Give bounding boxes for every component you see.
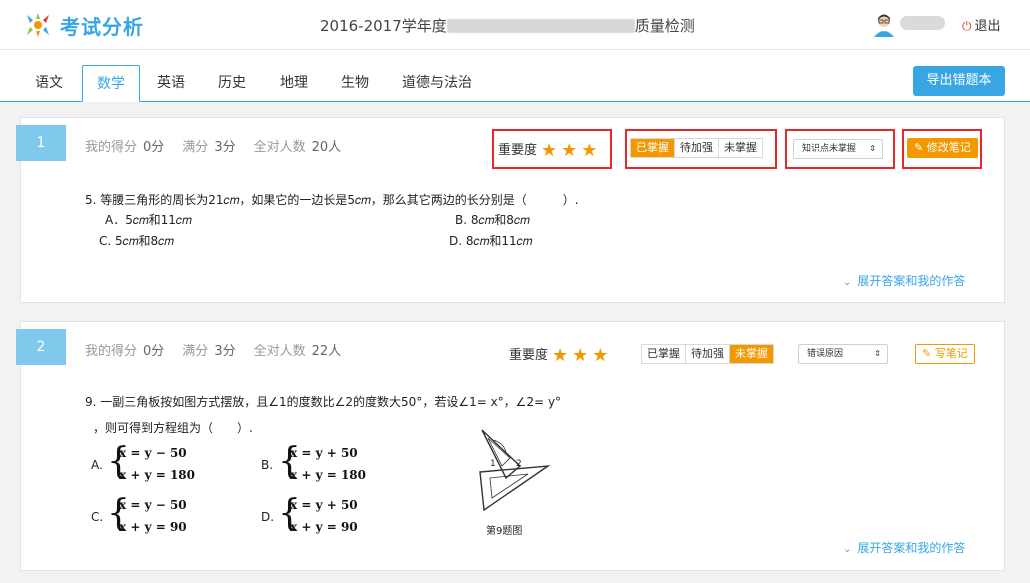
importance-label: 重要度: [509, 348, 549, 363]
mastery-needs-work[interactable]: 待加强: [675, 139, 719, 157]
triangle-rulers-figure: [479, 429, 551, 512]
option-c-eq1: x = y − 50: [119, 498, 187, 512]
option-a-eq2: x + y = 180: [119, 468, 195, 482]
logo-icon: [27, 13, 49, 37]
importance-rating: 重要度 ★ ★ ★: [509, 344, 608, 366]
my-score-label: 我的得分: [85, 140, 138, 155]
subject-tabs: 语文 数学 英语 历史 地理 生物 道德与法治 导出错题本: [0, 50, 1030, 102]
option-c-label: C.: [91, 510, 104, 524]
tab-geography[interactable]: 地理: [268, 65, 320, 102]
total-people-label: 全对人数: [253, 344, 306, 359]
username-redacted: [900, 16, 945, 30]
tab-biology[interactable]: 生物: [330, 65, 380, 102]
option-a-label: A.: [91, 458, 103, 472]
option-d-eq1: x = y + 50: [290, 498, 358, 512]
my-score-value: 0分: [143, 140, 165, 155]
chevron-updown-icon: ⇕: [869, 144, 876, 153]
expand-answer-link[interactable]: ⌄ 展开答案和我的作答: [843, 539, 965, 556]
exam-title-prefix: 2016-2017学年度: [320, 17, 447, 35]
write-note-button[interactable]: ✎ 写笔记: [915, 344, 975, 364]
select-value: 知识点未掌握: [802, 144, 857, 154]
tab-chinese[interactable]: 语文: [24, 65, 74, 102]
option-c-eq2: x + y = 90: [119, 520, 187, 534]
tab-morality-law[interactable]: 道德与法治: [394, 65, 480, 102]
my-score-label: 我的得分: [85, 344, 138, 359]
total-people-value: 20人: [311, 140, 342, 155]
mastery-needs-work[interactable]: 待加强: [686, 345, 730, 363]
export-wrongbook-button[interactable]: 导出错题本: [913, 66, 1005, 96]
question-number: 2: [16, 329, 66, 365]
question-number: 1: [16, 125, 66, 161]
mastery-mastered[interactable]: 已掌握: [631, 139, 675, 157]
option-d-eq2: x + y = 90: [290, 520, 358, 534]
mastery-mastered[interactable]: 已掌握: [642, 345, 686, 363]
angle-label-2: 2: [516, 459, 522, 469]
mastery-not-mastered[interactable]: 未掌握: [730, 345, 773, 363]
chevron-down-icon: ⌄: [843, 277, 852, 288]
mastery-toggle: 已掌握 待加强 未掌握: [630, 138, 763, 158]
full-score-value: 3分: [214, 344, 236, 359]
my-score-value: 0分: [143, 344, 165, 359]
star-icon[interactable]: ★: [592, 345, 608, 366]
write-note-label: 写笔记: [934, 347, 968, 360]
pencil-icon: ✎: [914, 141, 927, 154]
mastery-toggle: 已掌握 待加强 未掌握: [641, 344, 774, 364]
question-text-line2: ，则可得到方程组为（ ）.: [93, 421, 253, 435]
star-icon[interactable]: ★: [572, 345, 588, 366]
option-d-label: D.: [261, 510, 275, 524]
expand-label: 展开答案和我的作答: [857, 541, 966, 555]
expand-answer-link[interactable]: ⌄ 展开答案和我的作答: [843, 272, 965, 289]
option-b-eq2: x + y = 180: [290, 468, 366, 482]
importance-rating: 重要度 ★ ★ ★: [498, 139, 597, 161]
question-text: 9. 一副三角板按如图方式摆放，且∠1的度数比∠2的度数大50°，若设∠1= x…: [85, 395, 562, 409]
edit-note-label: 修改笔记: [926, 141, 971, 154]
option-b-eq1: x = y + 50: [290, 446, 358, 460]
option-a-eq1: x = y − 50: [119, 446, 187, 460]
tab-english[interactable]: 英语: [146, 65, 196, 102]
pencil-icon: ✎: [922, 347, 935, 360]
star-icon[interactable]: ★: [552, 345, 568, 366]
option-b-label: B.: [261, 458, 274, 472]
score-stats: 我的得分 0分 满分 3分 全对人数 22人: [85, 340, 359, 359]
importance-label: 重要度: [498, 143, 538, 158]
logo-text: 考试分析: [60, 15, 144, 39]
exam-title: 2016-2017学年度 质量检测: [320, 15, 695, 36]
logout-label: 退出: [974, 19, 1001, 34]
exam-title-suffix: 质量检测: [634, 17, 695, 35]
error-reason-select[interactable]: 知识点未掌握 ⇕: [793, 139, 883, 159]
question-card: 1 我的得分 0分 满分 3分 全对人数 20人 重要度 ★ ★ ★ 已掌握 待加强 未掌握 知…: [16, 117, 1005, 303]
expand-label: 展开答案和我的作答: [857, 274, 966, 288]
edit-note-button[interactable]: ✎ 修改笔记: [907, 138, 978, 158]
question-card: 2 我的得分 0分 满分 3分 全对人数 22人 重要度 ★ ★ ★ 已掌握 待加强 未掌握 错…: [16, 321, 1005, 571]
tab-math[interactable]: 数学: [82, 65, 140, 102]
star-icon[interactable]: ★: [581, 140, 597, 161]
angle-label-1: 1: [490, 459, 496, 469]
total-people-label: 全对人数: [253, 140, 306, 155]
option-a: A．5𝑐𝑚和11𝑐𝑚: [105, 213, 192, 227]
select-value: 错误原因: [807, 349, 844, 359]
error-reason-select[interactable]: 错误原因 ⇕: [798, 344, 888, 364]
tab-history[interactable]: 历史: [207, 65, 257, 102]
mastery-not-mastered[interactable]: 未掌握: [719, 139, 762, 157]
logout-button[interactable]: ⏻ 退出: [962, 15, 1001, 34]
figure-caption: 第9题图: [486, 526, 523, 537]
score-stats: 我的得分 0分 满分 3分 全对人数 20人: [85, 136, 359, 155]
star-icon[interactable]: ★: [541, 140, 557, 161]
top-header: 考试分析 2016-2017学年度 质量检测 ⏻ 退出: [0, 0, 1030, 50]
power-icon: ⏻: [962, 19, 972, 33]
chevron-down-icon: ⌄: [843, 544, 852, 555]
full-score-value: 3分: [214, 140, 236, 155]
chevron-updown-icon: ⇕: [874, 349, 881, 358]
option-c: C. 5𝑐𝑚和8𝑐𝑚: [99, 234, 174, 248]
full-score-label: 满分: [182, 140, 209, 155]
star-icon[interactable]: ★: [561, 140, 577, 161]
total-people-value: 22人: [311, 344, 342, 359]
redacted-text: [446, 19, 635, 33]
option-d: D. 8𝑐𝑚和11𝑐𝑚: [449, 234, 533, 248]
full-score-label: 满分: [182, 344, 209, 359]
user-avatar-icon[interactable]: [873, 13, 895, 37]
question-text: 5. 等腰三角形的周长为21𝑐𝑚，如果它的一边长是5𝑐𝑚，那么其它两边的长分别是…: [85, 193, 579, 207]
option-b: B. 8𝑐𝑚和8𝑐𝑚: [455, 213, 530, 227]
